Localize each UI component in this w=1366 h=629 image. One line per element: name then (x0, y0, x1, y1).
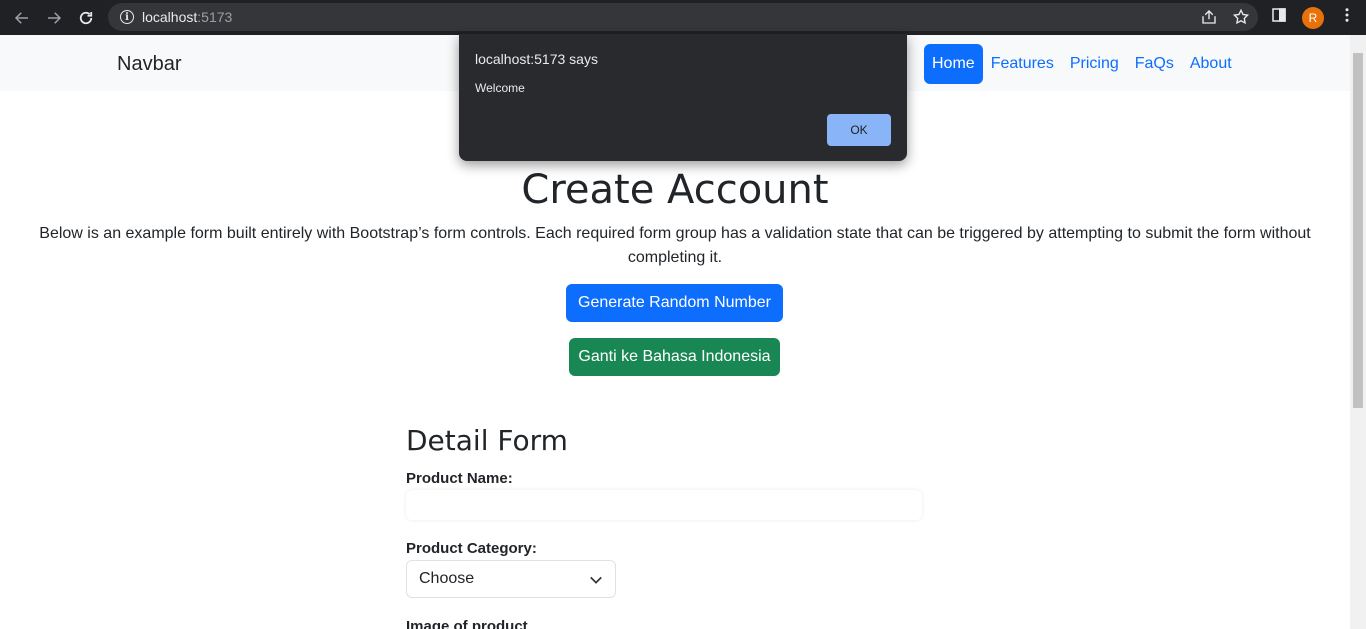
nav-links: Home Features Pricing FaQs About (924, 44, 1240, 84)
share-icon[interactable] (1200, 8, 1218, 31)
alert-dialog: localhost:5173 says Welcome OK (459, 34, 907, 161)
url-host: localhost (142, 9, 198, 25)
product-name-label: Product Name: (406, 470, 513, 487)
profile-avatar[interactable]: R (1302, 6, 1324, 29)
product-category-select[interactable]: Choose (406, 560, 616, 598)
side-panel-icon[interactable] (1270, 6, 1288, 29)
switch-language-button[interactable]: Ganti ke Bahasa Indonesia (569, 338, 780, 376)
forward-icon[interactable] (38, 2, 70, 34)
product-category-value: Choose (419, 570, 475, 587)
nav-link-home[interactable]: Home (924, 44, 983, 84)
dialog-ok-button[interactable]: OK (827, 114, 891, 146)
browser-toolbar: i localhost:5173 R (0, 0, 1366, 35)
form-title: Detail Form (406, 424, 568, 457)
generate-random-number-button[interactable]: Generate Random Number (566, 284, 783, 322)
navbar-brand[interactable]: Navbar (117, 53, 181, 76)
address-bar[interactable]: i localhost:5173 (108, 3, 1258, 31)
dialog-title: localhost:5173 says (475, 51, 598, 67)
nav-link-faqs[interactable]: FaQs (1127, 44, 1182, 84)
scrollbar-thumb[interactable] (1353, 53, 1363, 408)
back-icon[interactable] (6, 2, 38, 34)
bookmark-star-icon[interactable] (1232, 8, 1250, 31)
page-description: Below is an example form built entirely … (39, 225, 1311, 266)
page-scrollbar[interactable] (1350, 35, 1366, 629)
chevron-down-icon (590, 576, 602, 584)
nav-link-about[interactable]: About (1182, 44, 1240, 84)
product-name-input[interactable] (406, 490, 922, 520)
nav-link-features[interactable]: Features (983, 44, 1062, 84)
product-category-label: Product Category: (406, 540, 537, 557)
page-title: Create Account (521, 167, 829, 213)
url-port: :5173 (197, 9, 233, 25)
site-info-icon[interactable]: i (120, 10, 134, 24)
nav-link-pricing[interactable]: Pricing (1062, 44, 1127, 84)
dialog-message: Welcome (475, 81, 525, 95)
reload-icon[interactable] (70, 2, 102, 34)
more-menu-icon[interactable] (1338, 6, 1356, 29)
image-of-product-label: Image of product (406, 618, 528, 629)
